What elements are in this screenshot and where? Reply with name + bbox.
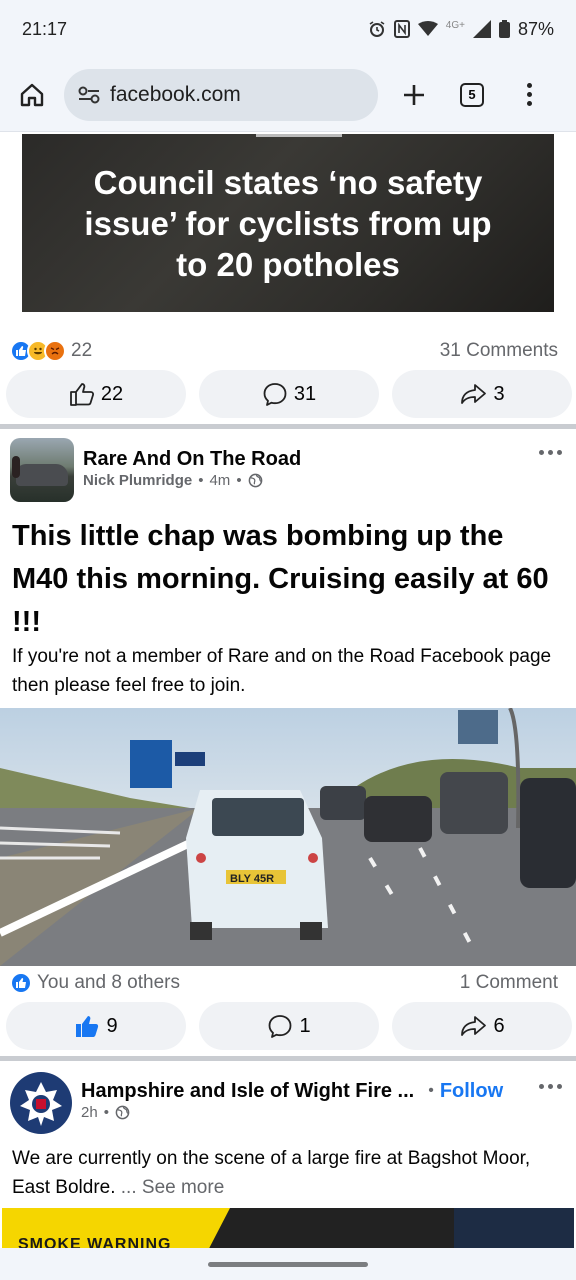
comments-count[interactable]: 1 Comment xyxy=(460,972,558,994)
status-bar: 21:17 4G+ 87% xyxy=(0,0,576,58)
alarm-icon xyxy=(368,20,386,38)
status-icons: 4G+ 87% xyxy=(368,19,554,40)
post3-text: We are currently on the scene of a large… xyxy=(12,1148,531,1198)
options-dot xyxy=(539,450,544,455)
status-time: 21:17 xyxy=(22,18,68,39)
network-type: 4G+ xyxy=(445,19,465,31)
browser-toolbar: facebook.com 5 xyxy=(0,58,576,132)
comment-count: 31 xyxy=(293,382,317,405)
post2-photo[interactable]: BLY 45R xyxy=(0,708,576,966)
comment-icon xyxy=(263,383,287,406)
share-count: 6 xyxy=(493,1014,505,1037)
battery-icon xyxy=(498,20,510,38)
post3-image-panel xyxy=(454,1208,574,1252)
tab-switcher-button[interactable]: 5 xyxy=(460,82,484,107)
meta-separator: • xyxy=(103,1104,109,1121)
menu-dot xyxy=(526,92,532,97)
feed-divider xyxy=(0,424,576,429)
post-time[interactable]: 4m xyxy=(209,472,230,489)
battery-level: 87% xyxy=(517,18,554,39)
thumbs-up-icon xyxy=(69,383,94,406)
gesture-navigation-bar xyxy=(0,1248,576,1280)
page-name[interactable]: Hampshire and Isle of Wight Fire ... xyxy=(81,1078,414,1104)
home-gesture-handle[interactable] xyxy=(208,1261,368,1267)
reactions-count: 22 xyxy=(71,340,93,361)
comment-button[interactable]: 1 xyxy=(199,1002,379,1050)
meta-separator: • xyxy=(428,1082,434,1099)
plus-icon xyxy=(404,84,424,105)
post-meta: 2h • xyxy=(81,1104,539,1121)
like-count: 22 xyxy=(100,382,124,405)
feed-divider xyxy=(0,1056,576,1061)
comments-count[interactable]: 31 Comments xyxy=(440,340,558,362)
globe-icon xyxy=(115,1105,130,1120)
fire-service-avatar[interactable] xyxy=(10,1072,72,1134)
options-dot xyxy=(539,1084,544,1089)
site-settings-icon[interactable] xyxy=(78,86,100,104)
browser-menu-button[interactable] xyxy=(524,83,534,106)
group-name[interactable]: Rare And On The Road xyxy=(83,446,539,472)
like-button[interactable]: 22 xyxy=(6,370,186,418)
options-dot xyxy=(548,450,553,455)
options-dot xyxy=(557,450,562,455)
post2-title: This little chap was bombing up the M40 … xyxy=(12,520,549,638)
angry-reaction-icon xyxy=(44,340,66,362)
reactions-text: You and 8 others xyxy=(37,972,180,993)
number-plate: BLY 45R xyxy=(230,873,274,885)
home-button[interactable] xyxy=(14,77,50,113)
comment-button[interactable]: 31 xyxy=(199,370,379,418)
post-time[interactable]: 2h xyxy=(81,1104,98,1121)
see-more-link[interactable]: ... See more xyxy=(121,1177,225,1198)
post3-image[interactable]: SMOKE WARNING xyxy=(2,1208,574,1252)
signal-icon xyxy=(472,20,491,38)
fire-service-logo xyxy=(20,1082,62,1126)
share-count: 3 xyxy=(493,382,505,405)
comment-count: 1 xyxy=(299,1014,311,1037)
post2-reactions-summary[interactable]: You and 8 others 1 Comment xyxy=(10,970,558,996)
post2-header: Rare And On The Road Nick Plumridge • 4m… xyxy=(10,438,562,502)
like-count: 9 xyxy=(106,1014,118,1037)
share-button[interactable]: 6 xyxy=(392,1002,572,1050)
post2-actions: 9 1 6 xyxy=(6,1002,572,1050)
address-bar[interactable]: facebook.com xyxy=(64,68,378,121)
post-options-button[interactable] xyxy=(539,1072,562,1089)
post1-actions: 22 31 3 xyxy=(6,370,572,418)
post3-body: We are currently on the scene of a large… xyxy=(12,1144,552,1202)
options-dot xyxy=(548,1084,553,1089)
meta-separator: • xyxy=(236,472,242,489)
post1-reactions-summary[interactable]: 22 31 Comments xyxy=(10,338,558,364)
post-meta: Nick Plumridge • 4m • xyxy=(83,472,539,489)
like-reaction-icon xyxy=(10,972,32,994)
group-avatar[interactable] xyxy=(10,438,74,502)
comment-icon xyxy=(269,1015,292,1038)
menu-dot xyxy=(526,101,532,106)
post2-body: If you're not a member of Rare and on th… xyxy=(12,646,552,696)
meta-separator: • xyxy=(198,472,204,489)
options-dot xyxy=(557,1084,562,1089)
follow-button[interactable]: Follow xyxy=(440,1080,503,1103)
author-name[interactable]: Nick Plumridge xyxy=(83,472,192,489)
post-options-button[interactable] xyxy=(539,438,562,455)
share-button[interactable]: 3 xyxy=(392,370,572,418)
thumbs-up-filled-icon xyxy=(76,1016,99,1037)
home-icon xyxy=(20,83,44,106)
menu-dot xyxy=(526,83,532,88)
share-icon xyxy=(461,384,487,404)
like-button-liked[interactable]: 9 xyxy=(6,1002,186,1050)
globe-icon xyxy=(248,473,263,488)
nfc-icon xyxy=(393,20,410,38)
url-text: facebook.com xyxy=(110,82,241,106)
post1-headline: Council states ‘no safety issue’ for cyc… xyxy=(84,163,492,283)
wifi-icon xyxy=(417,21,438,37)
post1-link-image[interactable]: Council states ‘no safety issue’ for cyc… xyxy=(22,134,554,312)
motorway-photo: BLY 45R xyxy=(0,708,576,966)
new-tab-button[interactable] xyxy=(396,77,432,113)
share-icon xyxy=(461,1016,487,1036)
post3-header: Hampshire and Isle of Wight Fire ... • F… xyxy=(10,1072,562,1134)
